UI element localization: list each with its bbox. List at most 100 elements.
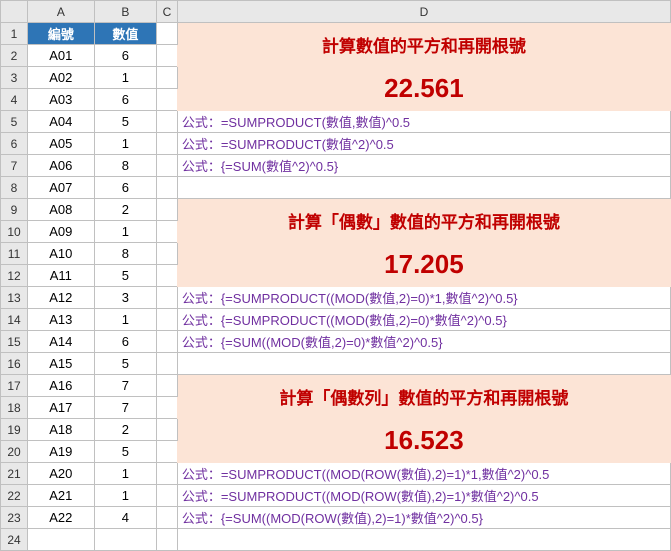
row-header[interactable]: 12: [1, 265, 28, 287]
cell[interactable]: [157, 221, 178, 243]
cell[interactable]: A14: [28, 331, 95, 353]
row-header[interactable]: 14: [1, 309, 28, 331]
cell[interactable]: A05: [28, 133, 95, 155]
row-header[interactable]: 1: [1, 23, 28, 45]
cell[interactable]: [157, 397, 178, 419]
cell[interactable]: [157, 89, 178, 111]
cell[interactable]: A18: [28, 419, 95, 441]
cell[interactable]: A15: [28, 353, 95, 375]
cell[interactable]: [157, 45, 178, 67]
cell[interactable]: [94, 529, 156, 551]
row-header[interactable]: 24: [1, 529, 28, 551]
row-header[interactable]: 3: [1, 67, 28, 89]
col-header-c[interactable]: C: [157, 1, 178, 23]
cell[interactable]: [177, 353, 670, 375]
row-header[interactable]: 16: [1, 353, 28, 375]
cell[interactable]: 3: [94, 287, 156, 309]
cell[interactable]: 1: [94, 309, 156, 331]
cell[interactable]: [157, 287, 178, 309]
table-header-val[interactable]: 數值: [94, 23, 156, 45]
cell[interactable]: A08: [28, 199, 95, 221]
col-header-a[interactable]: A: [28, 1, 95, 23]
cell[interactable]: 6: [94, 45, 156, 67]
cell[interactable]: 1: [94, 463, 156, 485]
cell[interactable]: 6: [94, 177, 156, 199]
row-header[interactable]: 22: [1, 485, 28, 507]
row-header[interactable]: 2: [1, 45, 28, 67]
row-header[interactable]: 21: [1, 463, 28, 485]
cell[interactable]: 5: [94, 111, 156, 133]
cell[interactable]: [157, 243, 178, 265]
cell[interactable]: 2: [94, 419, 156, 441]
row-header[interactable]: 7: [1, 155, 28, 177]
section3-title[interactable]: 計算「偶數列」數值的平方和再開根號: [177, 375, 670, 419]
cell[interactable]: [157, 375, 178, 397]
cell[interactable]: A04: [28, 111, 95, 133]
cell[interactable]: A12: [28, 287, 95, 309]
section3-result[interactable]: 16.523: [177, 419, 670, 463]
cell[interactable]: [157, 265, 178, 287]
cell[interactable]: 7: [94, 375, 156, 397]
cell[interactable]: A20: [28, 463, 95, 485]
cell[interactable]: [157, 309, 178, 331]
cell[interactable]: A13: [28, 309, 95, 331]
formula-cell[interactable]: 公式：{=SUMPRODUCT((MOD(數值,2)=0)*數值^2)^0.5}: [177, 309, 670, 331]
cell[interactable]: [177, 529, 670, 551]
cell[interactable]: 2: [94, 199, 156, 221]
row-header[interactable]: 17: [1, 375, 28, 397]
row-header[interactable]: 18: [1, 397, 28, 419]
row-header[interactable]: 11: [1, 243, 28, 265]
cell[interactable]: A02: [28, 67, 95, 89]
cell[interactable]: 6: [94, 89, 156, 111]
cell[interactable]: 1: [94, 67, 156, 89]
cell[interactable]: [157, 331, 178, 353]
cell[interactable]: A06: [28, 155, 95, 177]
cell[interactable]: [157, 23, 178, 45]
row-header[interactable]: 6: [1, 133, 28, 155]
table-header-id[interactable]: 編號: [28, 23, 95, 45]
formula-cell[interactable]: 公式：{=SUMPRODUCT((MOD(數值,2)=0)*1,數值^2)^0.…: [177, 287, 670, 309]
row-header[interactable]: 23: [1, 507, 28, 529]
formula-cell[interactable]: 公式：{=SUM((MOD(數值,2)=0)*數值^2)^0.5}: [177, 331, 670, 353]
cell[interactable]: A11: [28, 265, 95, 287]
corner-cell[interactable]: [1, 1, 28, 23]
row-header[interactable]: 4: [1, 89, 28, 111]
cell[interactable]: [157, 529, 178, 551]
formula-cell[interactable]: 公式：=SUMPRODUCT(數值,數值)^0.5: [177, 111, 670, 133]
cell[interactable]: 6: [94, 331, 156, 353]
cell[interactable]: 8: [94, 243, 156, 265]
row-header[interactable]: 15: [1, 331, 28, 353]
cell[interactable]: [157, 155, 178, 177]
formula-cell[interactable]: 公式：{=SUM((MOD(ROW(數值),2)=1)*數值^2)^0.5}: [177, 507, 670, 529]
cell[interactable]: A19: [28, 441, 95, 463]
cell[interactable]: 5: [94, 353, 156, 375]
cell[interactable]: [157, 133, 178, 155]
cell[interactable]: A07: [28, 177, 95, 199]
row-header[interactable]: 20: [1, 441, 28, 463]
cell[interactable]: [157, 419, 178, 441]
cell[interactable]: 1: [94, 133, 156, 155]
cell[interactable]: A03: [28, 89, 95, 111]
cell[interactable]: 1: [94, 485, 156, 507]
row-header[interactable]: 8: [1, 177, 28, 199]
spreadsheet-grid[interactable]: A B C D 1 編號 數值 計算數值的平方和再開根號 2 A01 6 3 A…: [0, 0, 671, 551]
cell[interactable]: [157, 67, 178, 89]
section1-title[interactable]: 計算數值的平方和再開根號: [177, 23, 670, 67]
formula-cell[interactable]: 公式：=SUMPRODUCT((MOD(ROW(數值),2)=1)*1,數值^2…: [177, 463, 670, 485]
cell[interactable]: [157, 177, 178, 199]
row-header[interactable]: 19: [1, 419, 28, 441]
formula-cell[interactable]: 公式：{=SUM(數值^2)^0.5}: [177, 155, 670, 177]
cell[interactable]: [157, 353, 178, 375]
cell[interactable]: A16: [28, 375, 95, 397]
cell[interactable]: 1: [94, 221, 156, 243]
cell[interactable]: A21: [28, 485, 95, 507]
cell[interactable]: 8: [94, 155, 156, 177]
col-header-b[interactable]: B: [94, 1, 156, 23]
row-header[interactable]: 10: [1, 221, 28, 243]
cell[interactable]: A22: [28, 507, 95, 529]
section1-result[interactable]: 22.561: [177, 67, 670, 111]
section2-result[interactable]: 17.205: [177, 243, 670, 287]
cell[interactable]: A10: [28, 243, 95, 265]
cell[interactable]: 5: [94, 441, 156, 463]
formula-cell[interactable]: 公式：=SUMPRODUCT((MOD(ROW(數值),2)=1)*數值^2)^…: [177, 485, 670, 507]
